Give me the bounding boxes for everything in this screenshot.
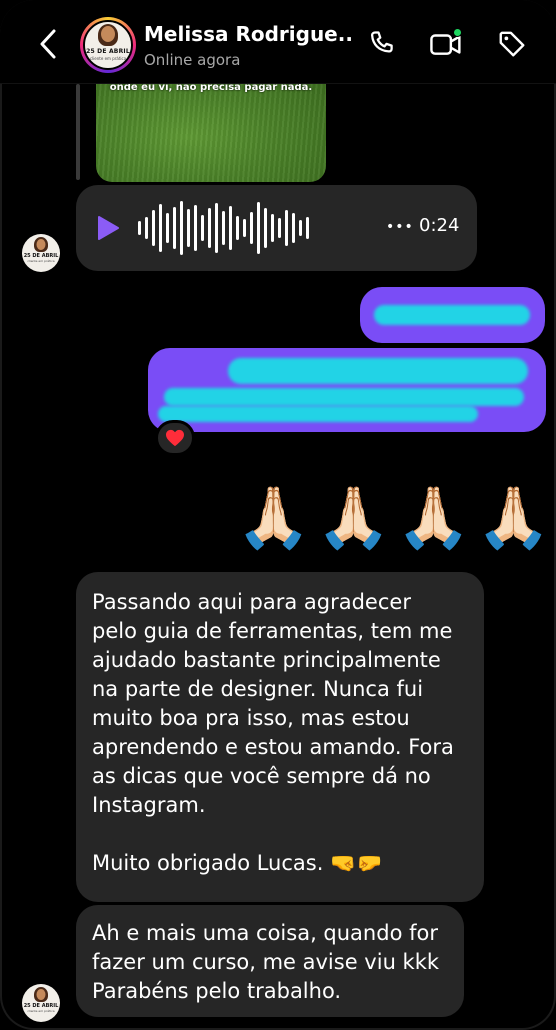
contact-avatar[interactable]: 25 DE ABRIL cliente em prática [80,17,136,73]
waveform-bar [278,218,281,238]
waveform-bar [257,202,260,254]
online-indicator [453,28,462,37]
contact-name[interactable]: Melissa Rodrigue... [144,22,352,46]
waveform-bar [264,208,267,248]
waveform-bar [194,205,197,251]
message-line: pelo guia de ferramentas, tem me [92,619,453,643]
waveform-bar [173,207,176,249]
waveform-dots: ••• [386,219,414,235]
waveform-bar [138,221,141,235]
message-line: Ah e mais uma coisa, quando for [92,921,438,945]
waveform-bar [201,215,204,241]
redaction-mark [158,406,478,422]
chat-header: 25 DE ABRIL cliente em prática Melissa R… [0,0,556,84]
incoming-message[interactable]: Passando aqui para agradecer pelo guia de… [76,572,484,902]
sender-avatar[interactable]: 25 DE ABRIL cliente em prática [22,984,60,1022]
message-line: Passando aqui para agradecer [92,590,411,614]
folded-hands-emoji: 🙏🏻 [236,483,311,553]
tag-button[interactable] [494,26,530,62]
phone-icon [371,31,393,53]
heart-reaction[interactable] [155,420,195,456]
chat-screen: 25 DE ABRIL cliente em prática Melissa R… [0,0,556,1030]
folded-hands-emoji: 🙏🏻 [316,483,391,553]
message-line: ajudado bastante principalmente [92,648,441,672]
message-line: Muito obrigado Lucas. 🤜🤛 [92,851,383,875]
waveform-bar [166,213,169,243]
chevron-left-icon [40,29,56,59]
folded-hands-emoji: 🙏🏻 [396,483,471,553]
back-button[interactable] [30,24,66,64]
redaction-mark [374,305,530,325]
message-line: Parabéns pelo trabalho. [92,979,342,1003]
redaction-mark [228,358,528,384]
message-line: na parte de designer. Nunca fui [92,677,424,701]
waveform-bar [187,209,190,247]
avatar-date-text: 25 DE ABRIL [86,48,130,55]
message-line: as dicas que você sempre dá no [92,764,431,788]
play-icon[interactable] [96,216,120,240]
incoming-message[interactable]: Ah e mais uma coisa, quando for fazer um … [76,905,464,1017]
avatar-caption-text: cliente em prática [89,56,127,61]
audio-waveform[interactable] [138,199,309,257]
waveform-bar [236,216,239,240]
audio-message[interactable]: ••• 0:24 [76,185,477,271]
avatar-image: 25 DE ABRIL cliente em prática [83,20,133,70]
shared-photo[interactable]: onde eu vi, não precisa pagar nada. [96,70,326,182]
waveform-bar [208,208,211,248]
waveform-bar [159,204,162,252]
voice-call-button[interactable] [364,26,400,62]
waveform-bar [306,217,309,239]
outgoing-message[interactable] [360,287,545,343]
emoji-message[interactable]: 🙏🏻 🙏🏻 🙏🏻 🙏🏻 [236,478,551,556]
waveform-bar [152,210,155,246]
contact-status: Online agora [144,51,241,69]
waveform-bar [299,220,302,236]
waveform-bar [145,217,148,239]
heart-icon [166,429,184,447]
waveform-bar [243,219,246,237]
sender-avatar[interactable]: 25 DE ABRIL cliente em prática [22,234,60,272]
reply-indicator [76,84,80,180]
video-call-button[interactable] [428,26,464,62]
redaction-mark [164,388,524,406]
message-line: fazer um curso, me avise viu kkk [92,950,440,974]
waveform-bar [271,214,274,242]
waveform-bar [215,203,218,253]
message-line: aprendendo e estou amando. Fora [92,735,454,759]
message-line: muito boa pra isso, mas estou [92,706,410,730]
waveform-bar [180,201,183,255]
audio-duration: 0:24 [419,215,460,236]
folded-hands-emoji: 🙏🏻 [476,483,551,553]
message-line: Instagram. [92,793,206,817]
waveform-bar [250,212,253,244]
waveform-bar [229,206,232,250]
waveform-bar [285,210,288,246]
waveform-bar [292,213,295,243]
outgoing-message[interactable] [148,348,546,432]
tag-icon [499,31,525,57]
waveform-bar [222,211,225,245]
